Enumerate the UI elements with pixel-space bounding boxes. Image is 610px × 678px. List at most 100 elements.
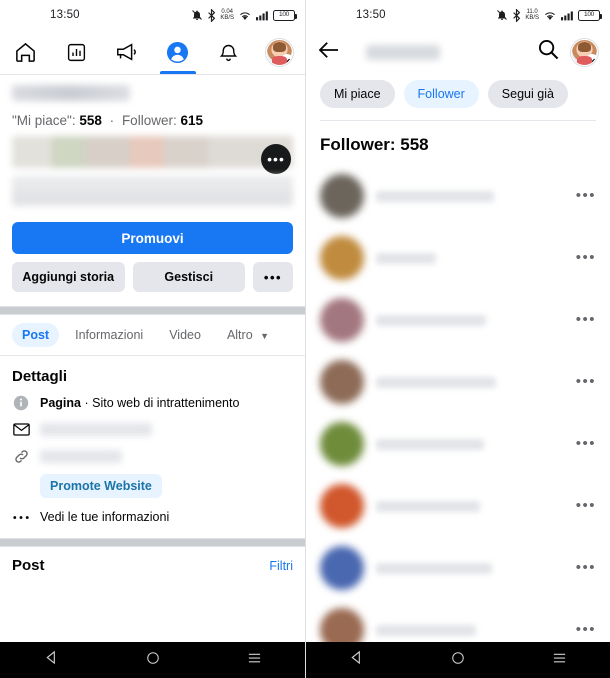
chevron-down-icon (281, 53, 293, 65)
left-phone-screen: 13:50 0.04 KB/S 100 "Mi piace": 558 · Fo… (0, 0, 305, 678)
profile-scroll-area[interactable]: "Mi piace": 558 · Follower: 615 ••• Prom… (0, 75, 305, 678)
avatar (320, 360, 364, 404)
list-item[interactable]: ••• (306, 351, 610, 413)
promote-button[interactable]: Promuovi (12, 222, 293, 254)
cellular-signal-icon (561, 10, 574, 21)
profile-subtabs: Post Informazioni Video Altro ▼ (0, 315, 305, 356)
home-circle-icon[interactable] (146, 651, 160, 670)
followers-label: Follower: (121, 113, 177, 128)
detail-row-website[interactable] (12, 448, 293, 465)
profile-action-buttons: Aggiungi storia Gestisci ••• (12, 262, 293, 292)
bell-icon (218, 42, 239, 63)
network-speed-icon: 0.04 KB/S (220, 9, 234, 21)
see-your-info-label: Vedi le tue informazioni (40, 510, 170, 524)
subtab-video[interactable]: Video (159, 323, 211, 347)
avatar (320, 236, 364, 280)
followers-value: 615 (180, 113, 203, 128)
follower-name-redacted (376, 190, 494, 202)
bell-muted-icon (191, 9, 203, 21)
battery-icon: 100 (578, 9, 602, 21)
avatar (320, 484, 364, 528)
follower-name-redacted (376, 438, 484, 450)
follower-name-redacted (376, 314, 486, 326)
detail-row-email[interactable] (12, 423, 293, 436)
list-item[interactable]: ••• (306, 227, 610, 289)
home-circle-icon[interactable] (451, 651, 465, 670)
nav-tab-home[interactable] (0, 30, 51, 74)
status-time: 13:50 (50, 9, 80, 21)
info-icon (12, 395, 30, 411)
page-name-redacted (12, 85, 130, 101)
header-title-redacted (366, 44, 440, 60)
nav-tab-account[interactable] (254, 30, 305, 74)
ellipsis-icon (12, 515, 30, 520)
subtab-informazioni[interactable]: Informazioni (65, 323, 153, 347)
subtab-post[interactable]: Post (12, 323, 60, 347)
followers-count-heading: Follower: 558 (320, 135, 429, 154)
follower-name-redacted (376, 500, 480, 512)
network-speed-icon: 11.0 KB/S (525, 9, 539, 21)
wifi-icon (543, 10, 557, 21)
list-item[interactable]: ••• (306, 289, 610, 351)
android-nav-bar-right (306, 642, 610, 678)
details-heading: Dettagli (12, 368, 68, 385)
add-story-button[interactable]: Aggiungi storia (12, 262, 125, 292)
cover-more-button[interactable]: ••• (261, 144, 291, 174)
bell-muted-icon (496, 9, 508, 21)
followers-list[interactable]: ••• ••• ••• ••• ••• ••• ••• ••• (306, 165, 610, 678)
likes-value: 558 (79, 113, 102, 128)
avatar (320, 422, 364, 466)
recents-menu-icon[interactable] (247, 651, 262, 670)
nav-tab-insights[interactable] (51, 30, 102, 74)
list-item[interactable]: ••• (306, 413, 610, 475)
insights-icon (66, 42, 87, 63)
nav-tab-notifications[interactable] (203, 30, 254, 74)
envelope-icon (12, 423, 30, 436)
account-avatar-icon[interactable] (571, 38, 598, 66)
follower-name-redacted (376, 624, 476, 636)
wifi-icon (238, 10, 252, 21)
status-bar-right: 13:50 11.0 KB/S 100 (306, 0, 610, 30)
back-triangle-icon[interactable] (349, 650, 364, 670)
detail-category-rest: Sito web di intrattenimento (92, 396, 240, 410)
followers-header (306, 30, 610, 74)
nav-tab-ads[interactable] (102, 30, 153, 74)
subtab-informazioni-label: Informazioni (75, 328, 144, 342)
recents-menu-icon[interactable] (552, 651, 567, 670)
posts-filter-button[interactable]: Filtri (269, 559, 293, 573)
search-icon[interactable] (538, 39, 559, 65)
page-bio-redacted (12, 176, 293, 206)
chip-segui-gia[interactable]: Segui già (487, 80, 568, 108)
list-item[interactable]: ••• (306, 537, 610, 599)
subtab-post-label: Post (22, 328, 50, 342)
chevron-down-icon: ▼ (260, 331, 270, 341)
profile-icon (166, 41, 189, 64)
detail-row-see-info[interactable]: Vedi le tue informazioni (12, 510, 293, 524)
list-item[interactable]: ••• (306, 165, 610, 227)
avatar (320, 546, 364, 590)
status-icons-right: 11.0 KB/S 100 (496, 8, 602, 22)
list-item[interactable]: ••• (306, 475, 610, 537)
back-triangle-icon[interactable] (44, 650, 59, 670)
subtab-altro[interactable]: Altro ▼ (217, 323, 279, 347)
section-divider (0, 306, 305, 315)
chip-follower[interactable]: Follower (403, 80, 479, 108)
page-stats: "Mi piace": 558 · Follower: 615 (12, 113, 293, 128)
details-section: Dettagli Pagina · Sito web di intratteni… (0, 356, 305, 524)
nav-tab-profile[interactable] (152, 30, 203, 74)
chevron-down-icon (586, 53, 597, 65)
promote-website-button[interactable]: Promote Website (40, 474, 162, 498)
likes-label: "Mi piace": (12, 113, 76, 128)
avatar (320, 174, 364, 218)
arrow-left-icon[interactable] (318, 41, 340, 64)
follower-name-redacted (376, 562, 492, 574)
detail-category-separator: · (81, 396, 93, 410)
subtab-altro-label: Altro (226, 328, 253, 342)
right-phone-screen: 13:50 11.0 KB/S 100 Mi piace Follower Se… (305, 0, 610, 678)
detail-row-category: Pagina · Sito web di intrattenimento (12, 395, 293, 411)
chip-mi-piace[interactable]: Mi piace (320, 80, 395, 108)
manage-button[interactable]: Gestisci (132, 262, 245, 292)
battery-icon: 100 (273, 9, 297, 21)
android-nav-bar-left (0, 642, 305, 678)
more-options-button[interactable]: ••• (253, 262, 293, 292)
